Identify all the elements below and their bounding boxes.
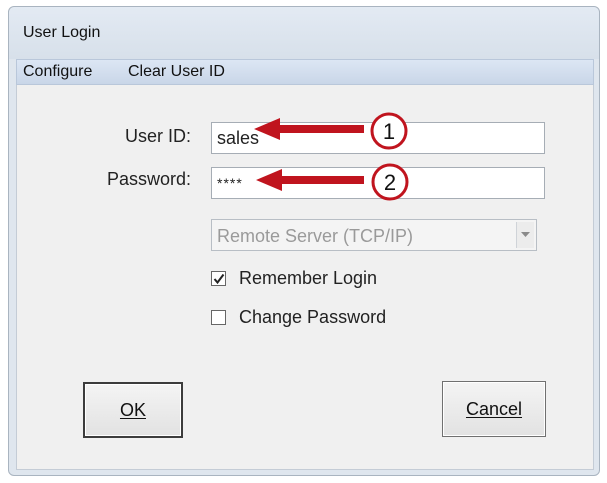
cancel-button[interactable]: Cancel bbox=[442, 381, 546, 437]
server-select-value: Remote Server (TCP/IP) bbox=[217, 226, 414, 246]
server-select[interactable]: Remote Server (TCP/IP) bbox=[211, 219, 537, 251]
window-title: User Login bbox=[23, 24, 101, 41]
menu-configure[interactable]: Configure bbox=[23, 63, 92, 81]
change-password-checkbox[interactable] bbox=[211, 310, 226, 325]
user-id-label: User ID: bbox=[124, 126, 191, 146]
callout-2: 2 bbox=[256, 163, 409, 201]
checkmark-icon bbox=[213, 273, 225, 285]
menu-bar: Configure Clear User ID bbox=[16, 59, 594, 85]
login-dialog: User Login Configure Clear User ID User … bbox=[8, 6, 600, 476]
dropdown-button[interactable] bbox=[516, 222, 534, 248]
change-password-label: Change Password bbox=[239, 307, 387, 327]
remember-login-label: Remember Login bbox=[239, 268, 378, 288]
menu-clear-user-id[interactable]: Clear User ID bbox=[128, 63, 225, 81]
title-bar[interactable]: User Login bbox=[9, 7, 599, 59]
arrow-left-icon bbox=[254, 118, 364, 140]
chevron-down-icon bbox=[521, 232, 530, 237]
remember-login-checkbox[interactable] bbox=[211, 271, 226, 286]
arrow-left-icon bbox=[256, 169, 364, 191]
step-number-2: 2 bbox=[384, 170, 396, 195]
ok-button[interactable]: OK bbox=[83, 382, 183, 438]
callout-1: 1 bbox=[254, 112, 408, 150]
password-label: Password: bbox=[106, 169, 191, 189]
step-number-1: 1 bbox=[383, 119, 395, 144]
